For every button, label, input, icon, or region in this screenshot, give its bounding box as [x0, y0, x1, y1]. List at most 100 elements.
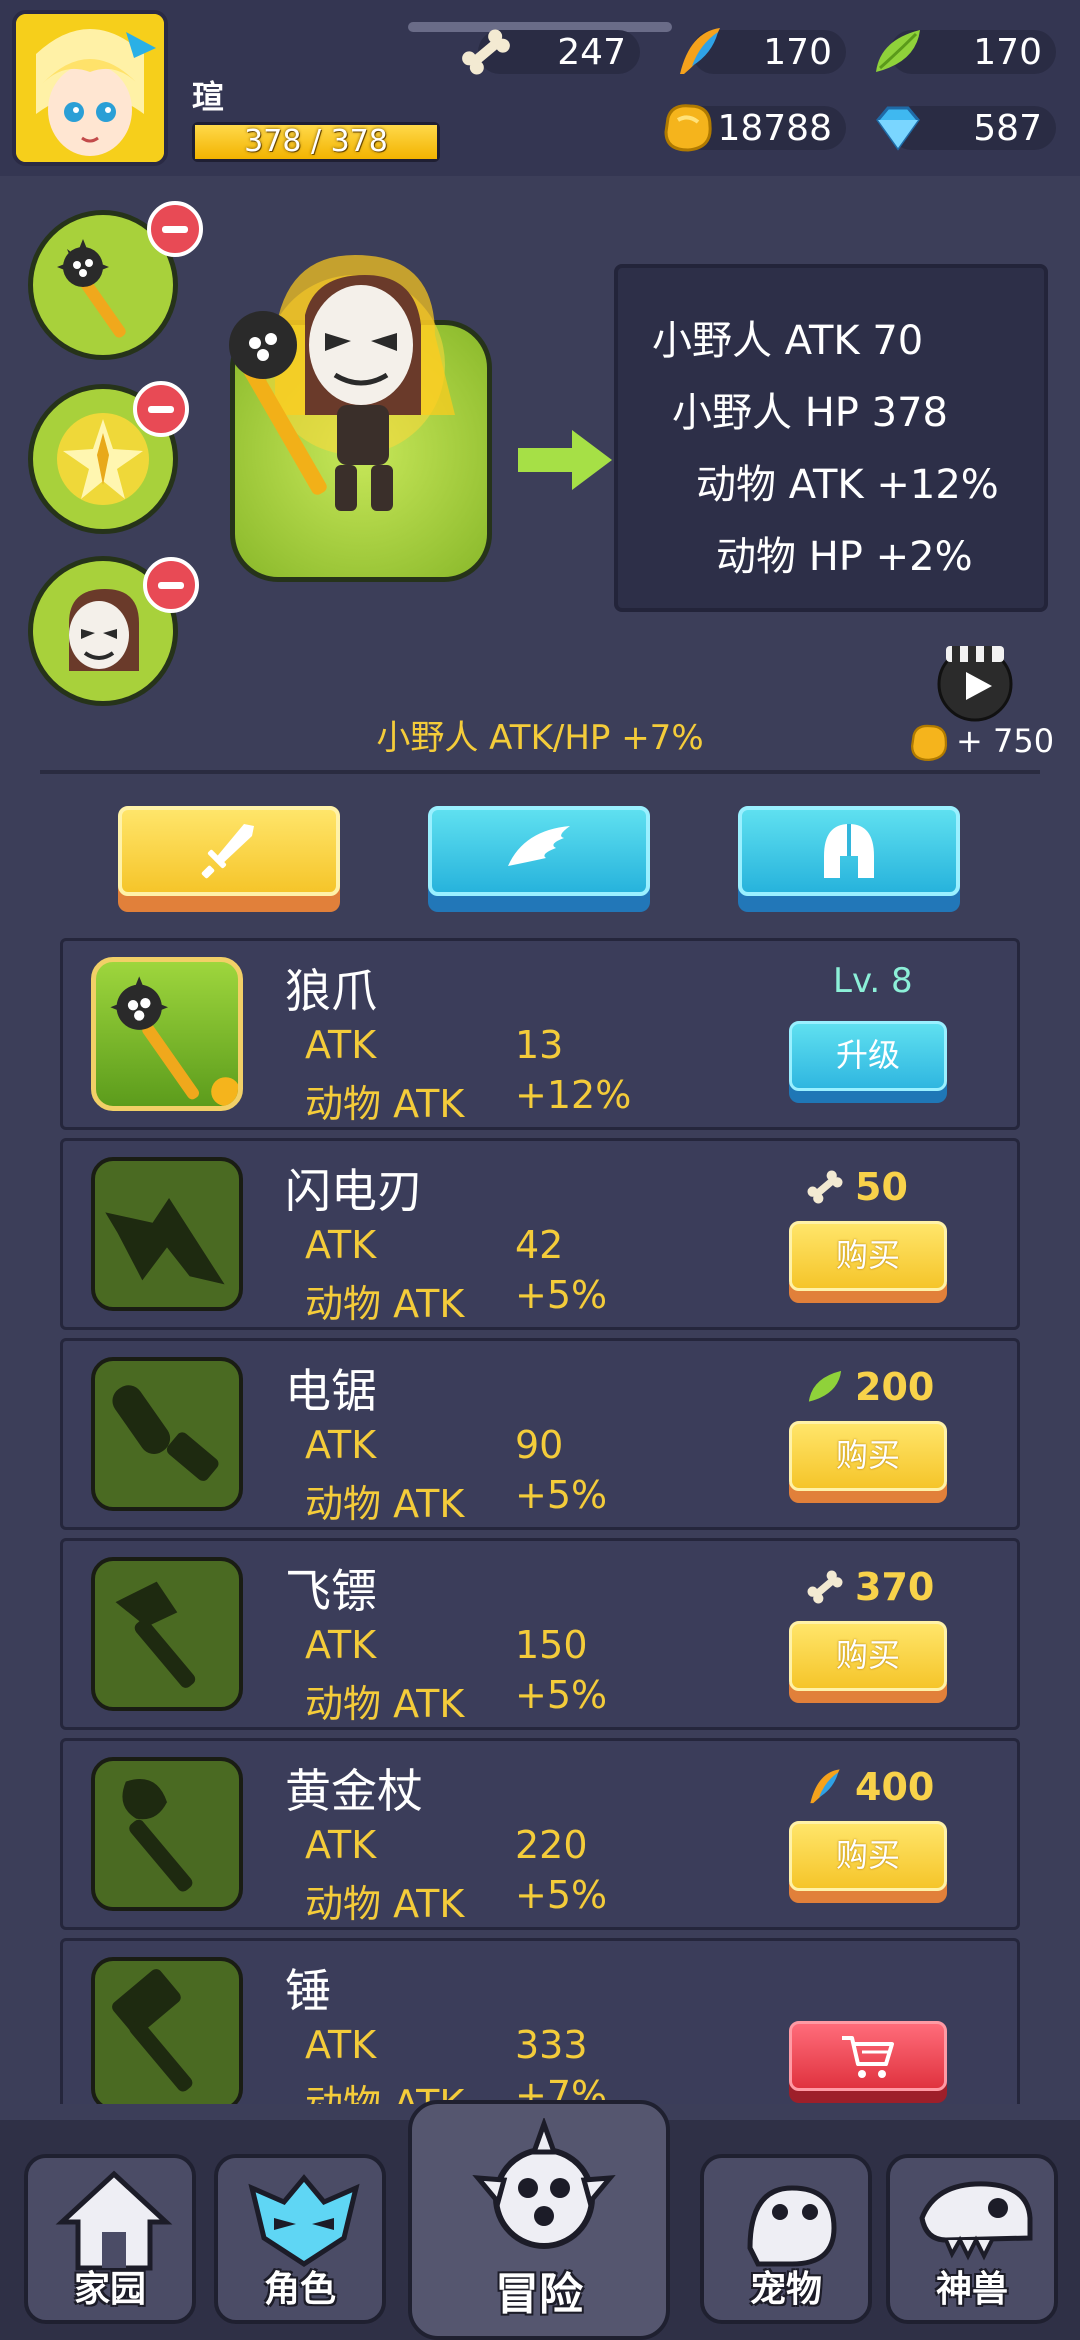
list-item[interactable]: 闪电刃 ATK 42 动物 ATK +5% 50 购买 [60, 1138, 1020, 1330]
item-name: 黄金杖 [285, 1764, 423, 1818]
stat-value: 333 [515, 2023, 588, 2067]
nav-label: 宠物 [749, 2269, 822, 2310]
player-avatar[interactable] [12, 10, 168, 166]
resource-bone: 247 [462, 29, 640, 75]
nav-label: 神兽 [935, 2269, 1008, 2310]
stat-value: +5% [515, 1673, 608, 1717]
item-level: Lv. 8 [833, 961, 913, 1001]
nav-label: 角色 [263, 2269, 336, 2310]
stat-value: 42 [515, 1223, 564, 1267]
blue-feather-icon [810, 1769, 840, 1804]
item-thumbnail [91, 1957, 243, 2104]
character-portrait [229, 255, 492, 582]
item-name: 锤 [285, 1964, 331, 2018]
spiked-fist-icon [472, 2118, 616, 2249]
list-item[interactable]: 锤 ATK 333 动物 ATK +7% [60, 1938, 1020, 2104]
resource-diamond: 587 [876, 106, 1056, 151]
nav-beast[interactable]: 神兽 [886, 2154, 1058, 2324]
stats-line: 小野人 HP 378 [672, 390, 948, 436]
set-bonus-label: 小野人 ATK/HP +7% [376, 718, 704, 758]
stat-label: ATK [305, 1623, 377, 1667]
buy-button[interactable]: 购买 [789, 1821, 947, 1905]
resource-value: 587 [973, 108, 1042, 149]
stat-value: +5% [515, 1873, 608, 1917]
buy-button[interactable]: 购买 [789, 1621, 947, 1705]
cart-button-face [789, 2021, 947, 2091]
resource-value: 247 [557, 32, 626, 73]
diamond-icon [876, 106, 920, 151]
item-name: 闪电刃 [285, 1164, 423, 1218]
price-value: 50 [855, 1165, 908, 1209]
spiked-mace-icon [110, 976, 238, 1106]
nav-label: 家园 [73, 2269, 146, 2310]
stat-value: +5% [515, 1273, 608, 1317]
bottom-nav: 家园 角色 冒险 宠物 神兽 [0, 2100, 1080, 2340]
item-thumbnail [91, 957, 243, 1111]
hp-text: 378 / 378 [244, 124, 388, 159]
buy-button[interactable]: 购买 [789, 1421, 947, 1505]
stats-line: 动物 ATK +12% [696, 462, 999, 508]
resource-feather: 170 [680, 28, 846, 74]
resource-value: 170 [763, 32, 832, 73]
buy-button-label: 购买 [789, 1421, 947, 1491]
shopping-cart-icon [842, 2036, 894, 2078]
tab-weapon[interactable] [118, 806, 340, 916]
blue-feather-icon [680, 28, 720, 74]
tab-helmet[interactable] [738, 806, 960, 916]
stats-line: 动物 HP +2% [716, 534, 973, 580]
stat-label: 动物 ATK [305, 1682, 465, 1726]
price-value: 370 [855, 1565, 935, 1609]
stat-value: +12% [515, 1073, 632, 1117]
player-name: 瑄 [192, 78, 225, 116]
buy-button[interactable]: 购买 [789, 1221, 947, 1305]
bone-icon [462, 29, 510, 75]
stat-label: ATK [305, 1423, 377, 1467]
helmet-icon [824, 824, 874, 878]
lightning-blade-icon [105, 1198, 225, 1285]
item-thumbnail [91, 1157, 243, 1311]
buy-button-label: 购买 [789, 1621, 947, 1691]
set-bonus-text: 小野人 ATK/HP +7% [0, 710, 1080, 759]
stat-label: ATK [305, 2023, 377, 2067]
stat-label: ATK [305, 1223, 377, 1267]
resource-value: 18788 [717, 108, 832, 149]
gold-coin-icon [664, 104, 712, 152]
green-leaf-icon [876, 30, 920, 72]
upgrade-button-label: 升级 [789, 1021, 947, 1091]
sword-icon [201, 824, 254, 879]
stat-value: 220 [515, 1823, 588, 1867]
divider [40, 770, 1040, 774]
stats-line: 小野人 ATK 70 [652, 318, 924, 364]
price-value: 200 [855, 1365, 935, 1409]
resource-value: 170 [973, 32, 1042, 73]
list-item[interactable]: 狼爪 ATK 13 动物 ATK +12% Lv. 8 升级 [60, 938, 1020, 1130]
stat-label: 动物 ATK [305, 1282, 465, 1326]
nav-character[interactable]: 角色 [214, 2154, 386, 2324]
stat-value: 90 [515, 1423, 564, 1467]
item-name: 电锯 [285, 1364, 377, 1418]
equip-slot-weapon[interactable] [28, 201, 203, 360]
equip-slot-mask[interactable] [28, 556, 199, 706]
item-list[interactable]: 狼爪 ATK 13 动物 ATK +12% Lv. 8 升级 闪电刃 ATK 4… [60, 938, 1020, 2104]
item-thumbnail [91, 1757, 243, 1911]
equip-slot-emblem[interactable] [28, 381, 189, 534]
bone-icon [807, 1170, 843, 1204]
stat-value: 150 [515, 1623, 588, 1667]
hp-bar: 378 / 378 [192, 122, 440, 162]
arrow-right-icon [518, 430, 612, 490]
nav-adventure[interactable]: 冒险 [408, 2100, 670, 2340]
stat-label: ATK [305, 1023, 377, 1067]
tab-wing[interactable] [428, 806, 650, 916]
list-item[interactable]: 黄金杖 ATK 220 动物 ATK +5% 400 购买 [60, 1738, 1020, 1930]
wing-icon [508, 826, 570, 866]
item-name: 狼爪 [285, 964, 377, 1018]
stat-label: 动物 ATK [305, 1482, 465, 1526]
cart-button[interactable] [789, 2021, 947, 2104]
nav-home[interactable]: 家园 [24, 2154, 196, 2324]
nav-pets[interactable]: 宠物 [700, 2154, 872, 2324]
list-item[interactable]: 飞镖 ATK 150 动物 ATK +5% 370 购买 [60, 1538, 1020, 1730]
buy-button-label: 购买 [789, 1821, 947, 1891]
green-leaf-icon [808, 1370, 842, 1402]
list-item[interactable]: 电锯 ATK 90 动物 ATK +5% 200 购买 [60, 1338, 1020, 1530]
upgrade-button[interactable]: 升级 [789, 1021, 947, 1105]
